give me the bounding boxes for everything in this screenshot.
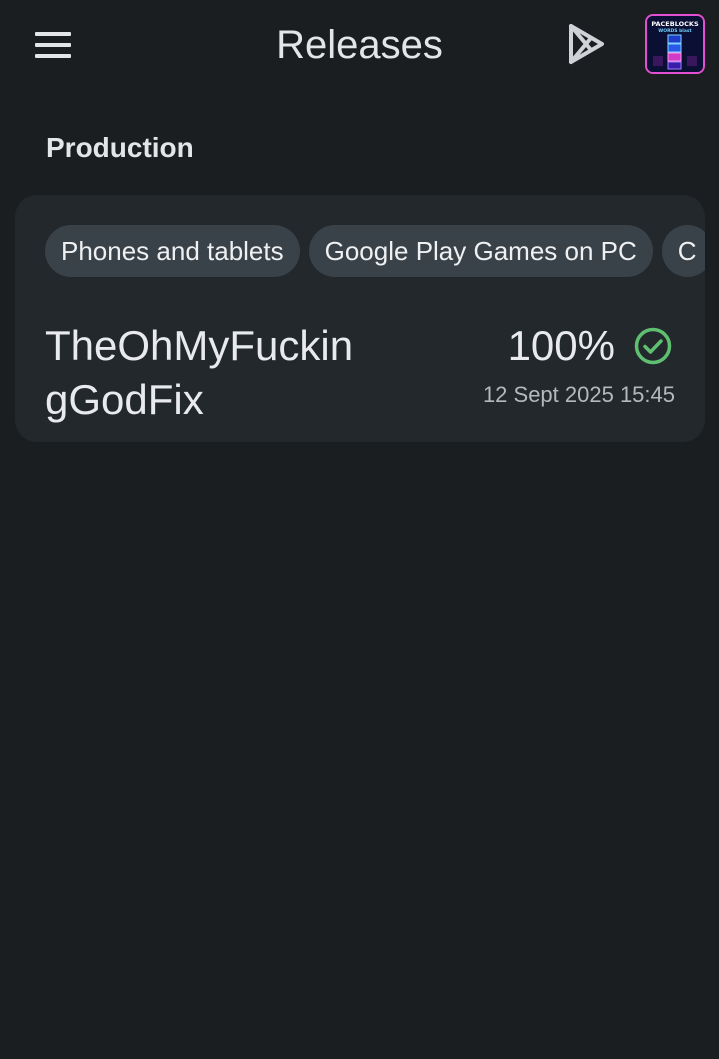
app-icon[interactable]: PACEBLOCKS WORDS blast xyxy=(645,14,705,74)
app-icon-title: PACEBLOCKS xyxy=(651,20,699,28)
rollout-percentage: 100% xyxy=(507,322,615,369)
form-factor-chips: Phones and tablets Google Play Games on … xyxy=(45,225,705,277)
chip-more[interactable]: C xyxy=(661,225,705,277)
chip-phones-and-tablets[interactable]: Phones and tablets xyxy=(45,225,300,277)
check-circle-icon xyxy=(633,326,673,366)
release-card[interactable]: Phones and tablets Google Play Games on … xyxy=(15,195,705,442)
chip-google-play-games-on-pc[interactable]: Google Play Games on PC xyxy=(308,225,653,277)
google-play-icon xyxy=(566,23,606,70)
section-title-production: Production xyxy=(46,132,194,163)
release-name: TheOhMyFuckingGodFix xyxy=(45,322,354,423)
release-date: 12 Sept 2025 15:45 xyxy=(482,382,675,407)
releases-screen: Releases PACEBLOCKS WORDS blast Producti… xyxy=(0,0,719,1059)
menu-icon xyxy=(35,31,71,59)
rollout-status: 100% xyxy=(508,319,673,373)
google-play-button[interactable] xyxy=(560,20,612,72)
menu-button[interactable] xyxy=(26,18,80,72)
top-app-bar: Releases PACEBLOCKS WORDS blast xyxy=(0,0,719,90)
app-icon-subtitle: WORDS blast xyxy=(658,28,692,34)
